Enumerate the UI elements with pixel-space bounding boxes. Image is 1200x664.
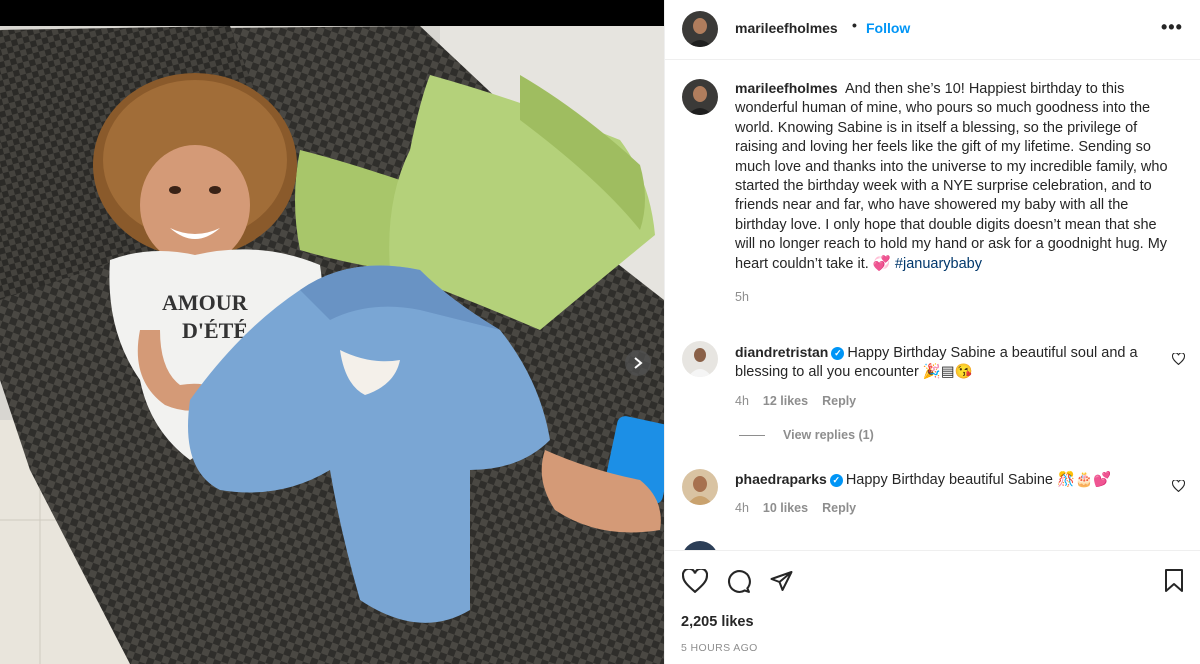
comment-username[interactable]: phaedraparks: [735, 471, 827, 487]
view-replies-label: View replies (1): [783, 428, 874, 442]
comment-time: 4h: [735, 393, 749, 408]
share-paper-plane-icon[interactable]: [769, 569, 794, 598]
verified-badge-icon: ✓: [831, 347, 845, 360]
post-header: marileefholmes • Follow •••: [665, 0, 1200, 60]
comment-bubble-icon[interactable]: [726, 569, 751, 599]
save-bookmark-icon[interactable]: [1163, 569, 1185, 598]
like-comment-heart-icon[interactable]: [1171, 479, 1186, 497]
post-actions: 2,205 likes 5 HOURS AGO: [665, 550, 1200, 664]
shirt-line-1: AMOUR: [162, 290, 249, 315]
posted-time: 5 HOURS AGO: [681, 642, 758, 654]
comment-avatar[interactable]: [682, 541, 718, 550]
comment-meta: 4h 12 likes Reply: [735, 392, 1155, 411]
more-options-icon[interactable]: •••: [1161, 17, 1183, 38]
comments-list[interactable]: marileefholmes And then she’s 10! Happie…: [665, 61, 1200, 550]
comment-reply-button[interactable]: Reply: [822, 501, 856, 515]
caption-username[interactable]: marileefholmes: [735, 80, 838, 96]
comment-avatar[interactable]: [682, 469, 718, 505]
chevron-right-icon: [634, 357, 643, 369]
verified-badge-icon: ✓: [829, 474, 843, 487]
comment-likes[interactable]: 12 likes: [763, 394, 808, 408]
photo-top-bar: [0, 0, 664, 26]
comment-username[interactable]: diandretristan: [735, 344, 828, 360]
author-avatar[interactable]: [682, 11, 718, 47]
like-comment-heart-icon[interactable]: [1171, 352, 1186, 370]
comment-avatar[interactable]: [682, 341, 718, 377]
author-username[interactable]: marileefholmes: [735, 20, 838, 36]
like-heart-icon[interactable]: [681, 567, 709, 598]
comment-text: Happy Birthday beautiful Sabine 🎊🎂💕: [845, 472, 1112, 488]
separator-dot: •: [852, 17, 857, 33]
post-photo[interactable]: AMOUR D'ÉTÉ: [0, 0, 664, 664]
post-caption: marileefholmes And then she’s 10! Happie…: [735, 79, 1175, 307]
caption-avatar[interactable]: [682, 79, 718, 115]
comment-meta: 4h 10 likes Reply: [735, 499, 1155, 518]
view-replies-button[interactable]: View replies (1): [739, 428, 874, 442]
comment-reply-button[interactable]: Reply: [822, 394, 856, 408]
follow-button[interactable]: Follow: [866, 20, 910, 36]
shirt-line-2: D'ÉTÉ: [182, 318, 248, 343]
comment-time: 4h: [735, 501, 749, 516]
comment-likes[interactable]: 10 likes: [763, 501, 808, 515]
caption-hashtag[interactable]: #januarybaby: [895, 256, 982, 272]
comment-item: phaedraparks ✓ Happy Birthday beautiful Sa…: [735, 470, 1155, 519]
likes-count[interactable]: 2,205 likes: [681, 614, 754, 630]
carousel-next-button[interactable]: [625, 350, 651, 376]
caption-time: 5h: [735, 290, 749, 305]
post-sidebar: marileefholmes • Follow ••• marileefholm…: [664, 0, 1200, 664]
replies-divider: [739, 434, 765, 436]
photo-illustration: AMOUR D'ÉTÉ: [0, 26, 664, 664]
comment-item: diandretristan ✓ Happy Birthday Sabine a b…: [735, 343, 1155, 411]
caption-text: And then she’s 10! Happiest birthday to …: [735, 81, 1168, 272]
